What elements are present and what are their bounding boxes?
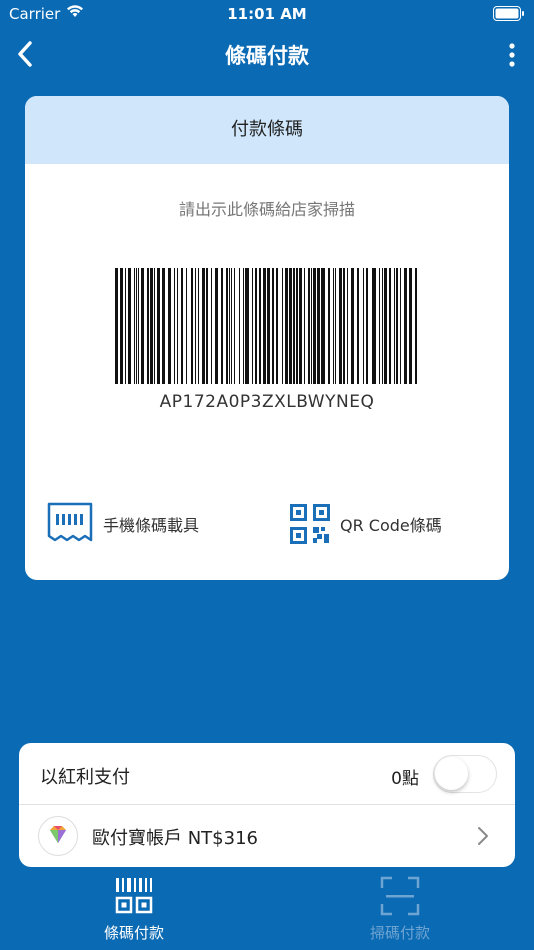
tab-barcode-payment-label: 條碼付款 [103, 924, 164, 942]
mobile-barcode-carrier-button[interactable]: 手機條碼載具 [47, 502, 199, 546]
nav-bar: 條碼付款 [0, 28, 534, 80]
bonus-points-value: 0點 [391, 769, 419, 789]
qr-code-button[interactable]: QR Code條碼 [290, 502, 442, 546]
more-vertical-icon[interactable] [508, 42, 516, 68]
barcode-number: AP172A0P3ZXLBWYNEQ [159, 392, 375, 412]
tab-scan-payment-label: 掃碼付款 [369, 924, 430, 942]
clock: 11:01 AM [227, 5, 307, 23]
wallet-logo-icon [38, 816, 78, 856]
scan-hint: 請出示此條碼給店家掃描 [178, 200, 355, 219]
mobile-barcode-carrier-label: 手機條碼載具 [103, 516, 200, 535]
qr-code-icon [290, 504, 330, 544]
receipt-barcode-icon [47, 502, 93, 542]
bonus-payment-row: 以紅利支付 0點 [19, 743, 515, 805]
account-row[interactable]: 歐付寶帳戶 NT$316 [19, 805, 515, 867]
page-title: 條碼付款 [225, 44, 309, 68]
card-header: 付款條碼 [25, 96, 509, 164]
status-bar: Carrier 11:01 AM [0, 0, 534, 28]
payment-method-sheet: 以紅利支付 0點 歐付寶帳戶 NT$316 [19, 743, 515, 867]
chevron-right-icon [478, 827, 488, 845]
qr-code-label: QR Code條碼 [340, 516, 442, 535]
payment-barcode [115, 268, 417, 384]
tab-scan-payment[interactable]: 掃碼付款 [340, 872, 460, 948]
toggle-knob [435, 757, 468, 790]
scan-frame-icon [380, 876, 420, 916]
barcode-pay-icon [115, 878, 153, 914]
tab-barcode-payment[interactable]: 條碼付款 [74, 872, 194, 948]
battery-icon [493, 6, 524, 21]
account-balance-label: 歐付寶帳戶 NT$316 [92, 828, 258, 849]
bonus-payment-label: 以紅利支付 [40, 767, 130, 788]
bonus-payment-toggle[interactable] [433, 755, 497, 793]
payment-barcode-card: 付款條碼 請出示此條碼給店家掃描 AP172A0P3ZXLBWYNEQ 手機條碼… [25, 96, 509, 580]
